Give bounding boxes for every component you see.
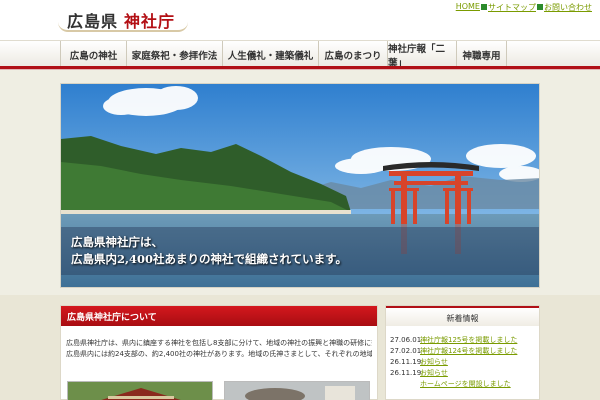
news-link[interactable]: 神社庁報124号を掲載しました: [420, 346, 517, 357]
site-header: 広島県 神社庁 HOME サイトマップ お問い合わせ: [0, 0, 600, 40]
nav-item-bulletin[interactable]: 神社庁報「二葉」: [388, 41, 457, 69]
link-bullet-icon: [481, 4, 487, 10]
nav-item-priests-only[interactable]: 神職専用: [457, 41, 507, 68]
ritual-photo-thumbnail[interactable]: [224, 381, 370, 400]
news-list: 27.06.01 神社庁報125号を掲載しました 27.02.01 神社庁報12…: [390, 335, 538, 390]
about-text-line1: 広島県神社庁は、県内に鎮座する神社を包括し8支部に分けて、地域の神社の振興と神職…: [66, 339, 372, 347]
hero-banner: 広島県神社庁は、 広島県内2,400社あまりの神社で組織されています。: [60, 83, 540, 288]
utility-links: HOME サイトマップ お問い合わせ: [456, 2, 592, 13]
nav-item-festivals[interactable]: 広島のまつり: [319, 41, 388, 68]
news-item: 27.06.01 神社庁報125号を掲載しました: [390, 335, 538, 346]
nav-item-home-rituals[interactable]: 家庭祭祀・参拝作法: [127, 41, 223, 68]
contact-link[interactable]: お問い合わせ: [544, 2, 592, 13]
logo-swoosh: [58, 22, 188, 32]
main-nav: 広島の神社 家庭祭祀・参拝作法 人生儀礼・建築儀礼 広島のまつり 神社庁報「二葉…: [0, 40, 600, 69]
nav-item-life-rites[interactable]: 人生儀礼・建築儀礼: [223, 41, 319, 68]
sitemap-link[interactable]: サイトマップ: [488, 2, 536, 13]
about-section: 広島県神社庁について 広島県神社庁は、県内に鎮座する神社を包括し8支部に分けて、…: [60, 305, 378, 400]
about-text: 広島県神社庁は、県内に鎮座する神社を包括し8支部に分けて、地域の神社の振興と神職…: [66, 338, 372, 360]
nav-underline-shadow: [0, 69, 600, 70]
hero-caption-line2: 広島県内2,400社あまりの神社で組織されています。: [71, 252, 348, 266]
shrine-photo-thumbnail[interactable]: [67, 381, 213, 400]
news-date: 27.06.01: [390, 336, 422, 344]
ritual-image: [225, 382, 369, 400]
about-text-line2: 広島県内には約24支部の、約2,400社の神社があります。地域の氏神さまとして、…: [66, 350, 372, 358]
hero-caption-line1: 広島県神社庁は、: [71, 235, 163, 249]
shrine-roof-image: [68, 382, 212, 400]
news-date: 26.11.19: [390, 358, 422, 366]
news-date: 26.11.19: [390, 369, 422, 377]
news-item: 26.11.19 お知らせ: [390, 357, 538, 368]
news-item: 27.02.01 神社庁報124号を掲載しました: [390, 346, 538, 357]
news-link[interactable]: お知らせ: [420, 357, 448, 368]
link-bullet-icon: [537, 4, 543, 10]
news-link[interactable]: 神社庁報125号を掲載しました: [420, 335, 517, 346]
news-section: 新着情報 27.06.01 神社庁報125号を掲載しました 27.02.01 神…: [385, 305, 540, 400]
about-heading: 広島県神社庁について: [61, 306, 377, 326]
news-date: 27.02.01: [390, 347, 422, 355]
news-link[interactable]: お知らせ: [420, 368, 448, 379]
news-heading: 新着情報: [386, 306, 539, 326]
nav-item-shrines[interactable]: 広島の神社: [60, 41, 127, 68]
news-item: 26.11.19 お知らせ: [390, 368, 538, 379]
news-date: [390, 379, 420, 390]
news-item: ホームページを開設しました: [390, 379, 538, 390]
news-link[interactable]: ホームページを開設しました: [420, 379, 511, 390]
home-link[interactable]: HOME: [456, 2, 480, 13]
